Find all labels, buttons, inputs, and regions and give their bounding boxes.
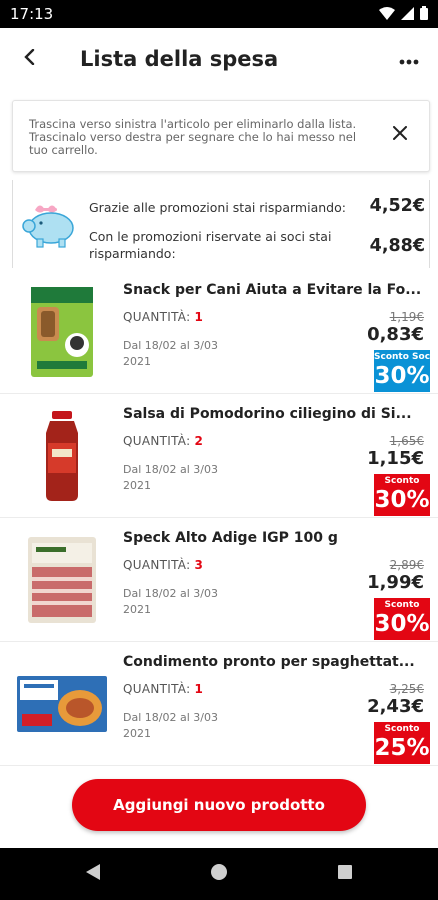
validity-dates: Dal 18/02 al 3/03 2021 (123, 711, 218, 740)
old-price: 1,19€ (389, 310, 424, 324)
nav-recents-button[interactable] (332, 862, 358, 886)
product-image (14, 528, 110, 632)
piggy-bank-icon (17, 196, 81, 252)
validity-dates: Dal 18/02 al 3/03 2021 (123, 339, 218, 368)
quantity-label: QUANTITÀ: (123, 310, 191, 324)
list-item[interactable]: Snack per Cani Aiuta a Evitare la Fo... … (0, 270, 438, 394)
savings-summary: Grazie alle promozioni stai risparmiando… (12, 180, 430, 268)
nav-home-button[interactable] (206, 862, 232, 886)
discount-badge: Sconto Soci 30% (374, 350, 434, 392)
quantity-value: 3 (194, 558, 204, 572)
quantity-label: QUANTITÀ: (123, 558, 191, 572)
nav-back-icon (85, 863, 101, 885)
list-item[interactable]: Condimento pronto per spaghettat... QUAN… (0, 642, 438, 766)
status-bar: 17:13 (0, 0, 438, 28)
back-arrow-icon (23, 48, 37, 69)
swipe-hint-card: Trascina verso sinistra l'articolo per e… (12, 100, 430, 172)
add-product-button[interactable]: Aggiungi nuovo prodotto (72, 779, 366, 831)
system-nav-bar (0, 848, 438, 900)
nav-recents-icon (337, 864, 353, 884)
nav-back-button[interactable] (80, 862, 106, 886)
member-savings-value: 4,88€ (369, 236, 425, 256)
product-image (14, 404, 110, 508)
member-savings-label: Con le promozioni riservate ai soci stai… (89, 229, 332, 261)
battery-icon (420, 5, 428, 24)
quantity-value: 2 (194, 434, 204, 448)
new-price: 0,83€ (367, 324, 424, 345)
wifi-icon (379, 5, 395, 24)
swipe-hint-text: Trascina verso sinistra l'articolo per e… (29, 117, 357, 157)
quantity-label: QUANTITÀ: (123, 434, 191, 448)
quantity-value: 1 (194, 310, 204, 324)
new-price: 1,99€ (367, 572, 424, 593)
product-name: Speck Alto Adige IGP 100 g (123, 530, 338, 546)
validity-dates: Dal 18/02 al 3/03 2021 (123, 587, 218, 616)
more-vert-icon (399, 50, 419, 69)
nav-home-icon (210, 863, 228, 885)
badge-value: 30% (374, 611, 430, 637)
quantity: QUANTITÀ: 1 (123, 682, 203, 696)
list-item[interactable]: Speck Alto Adige IGP 100 g QUANTITÀ: 3 Da… (0, 518, 438, 642)
new-price: 1,15€ (367, 448, 424, 469)
badge-value: 25% (374, 735, 430, 761)
badge-value: 30% (374, 363, 430, 389)
promo-savings-value: 4,52€ (369, 196, 425, 216)
discount-badge: Sconto 25% (374, 722, 430, 764)
app-bar: Lista della spesa (0, 28, 438, 90)
quantity-value: 1 (194, 682, 204, 696)
product-name: Snack per Cani Aiuta a Evitare la Fo... (123, 282, 422, 298)
page-title: Lista della spesa (80, 47, 279, 71)
list-item[interactable]: Salsa di Pomodorino ciliegino di Si... Q… (0, 394, 438, 518)
badge-label: Sconto (384, 476, 420, 486)
badge-value: 30% (374, 487, 430, 513)
discount-badge: Sconto 30% (374, 474, 430, 516)
promo-savings-label: Grazie alle promozioni stai risparmiando… (89, 200, 346, 215)
quantity: QUANTITÀ: 1 (123, 310, 203, 324)
status-time: 17:13 (10, 5, 54, 23)
status-icons (379, 5, 428, 24)
shopping-list: Snack per Cani Aiuta a Evitare la Fo... … (0, 270, 438, 766)
product-image (14, 652, 110, 756)
close-hint-button[interactable] (385, 119, 415, 149)
product-image (14, 280, 110, 384)
discount-badge: Sconto 30% (374, 598, 430, 640)
validity-dates: Dal 18/02 al 3/03 2021 (123, 463, 218, 492)
old-price: 2,89€ (389, 558, 424, 572)
quantity: QUANTITÀ: 2 (123, 434, 203, 448)
old-price: 1,65€ (389, 434, 424, 448)
badge-label: Sconto (384, 724, 420, 734)
quantity-label: QUANTITÀ: (123, 682, 191, 696)
signal-icon (401, 5, 414, 24)
more-options-button[interactable] (392, 42, 426, 76)
back-button[interactable] (0, 28, 60, 90)
badge-label: Sconto Soci (374, 352, 434, 362)
badge-label: Sconto (384, 600, 420, 610)
quantity: QUANTITÀ: 3 (123, 558, 203, 572)
product-name: Salsa di Pomodorino ciliegino di Si... (123, 406, 412, 422)
new-price: 2,43€ (367, 696, 424, 717)
close-icon (393, 125, 407, 144)
old-price: 3,25€ (389, 682, 424, 696)
product-name: Condimento pronto per spaghettat... (123, 654, 415, 670)
